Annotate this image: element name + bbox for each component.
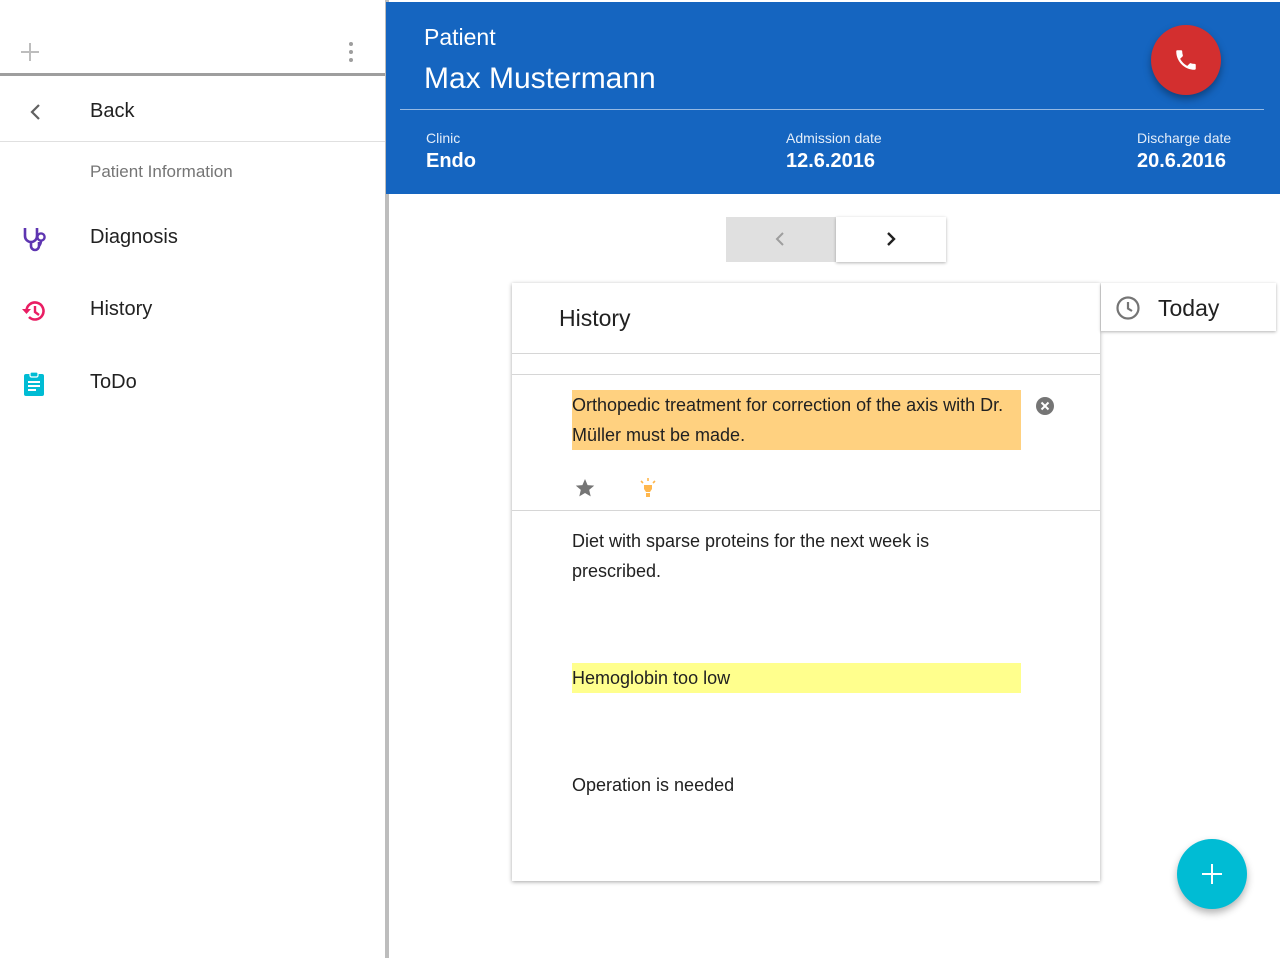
patient-name: Max Mustermann bbox=[424, 62, 656, 95]
more-dot bbox=[349, 42, 353, 46]
back-button[interactable]: Back bbox=[0, 82, 385, 142]
discharge-date-label: Discharge date bbox=[1137, 130, 1232, 146]
stethoscope-icon bbox=[23, 228, 46, 252]
note-item[interactable]: Hemoglobin too low bbox=[572, 663, 1021, 693]
sidebar-toolbar bbox=[0, 0, 385, 76]
history-card: History Orthopedic treatment for correct… bbox=[512, 283, 1100, 881]
previous-page-button[interactable] bbox=[726, 217, 836, 262]
clinic-label: Clinic bbox=[426, 130, 461, 146]
today-button[interactable]: Today bbox=[1101, 283, 1276, 331]
sidebar-item-label: ToDo bbox=[90, 371, 137, 393]
sidebar: Back Patient Information Diagnosis Histo… bbox=[0, 0, 385, 958]
chevron-left-icon bbox=[775, 232, 784, 246]
header-divider bbox=[400, 109, 1264, 110]
patient-header: Patient Max Mustermann Clinic Endo Admis… bbox=[386, 2, 1280, 194]
chevron-right-icon bbox=[887, 232, 896, 246]
more-vert-icon[interactable] bbox=[340, 40, 362, 64]
admission-date-label: Admission date bbox=[786, 130, 882, 146]
more-dot bbox=[349, 58, 353, 62]
sidebar-item-label: Diagnosis bbox=[90, 226, 178, 248]
clock-icon bbox=[1116, 296, 1140, 320]
app-root: Back Patient Information Diagnosis Histo… bbox=[0, 0, 1280, 958]
more-dot bbox=[349, 50, 353, 54]
sidebar-item-history[interactable]: History bbox=[0, 280, 385, 340]
add-note-button[interactable] bbox=[1177, 839, 1247, 909]
header-kicker: Patient bbox=[424, 24, 496, 50]
lightbulb-icon bbox=[640, 478, 656, 497]
note-item[interactable]: Diet with sparse proteins for the next w… bbox=[572, 526, 1021, 586]
phone-icon bbox=[1176, 50, 1196, 70]
card-divider bbox=[512, 510, 1100, 511]
chevron-left-icon bbox=[30, 104, 40, 120]
call-button[interactable] bbox=[1151, 25, 1221, 95]
admission-date-value: 12.6.2016 bbox=[786, 150, 875, 172]
next-page-button[interactable] bbox=[836, 217, 946, 262]
discharge-date-value: 20.6.2016 bbox=[1137, 150, 1226, 172]
back-label: Back bbox=[90, 100, 135, 122]
card-divider bbox=[512, 374, 1100, 375]
sidebar-item-todo[interactable]: ToDo bbox=[0, 353, 385, 413]
sidebar-item-diagnosis[interactable]: Diagnosis bbox=[0, 208, 385, 268]
today-label: Today bbox=[1158, 295, 1220, 321]
section-label: Patient Information bbox=[90, 162, 233, 181]
add-icon[interactable] bbox=[18, 40, 42, 64]
clipboard-icon bbox=[24, 371, 44, 396]
note-item[interactable]: Operation is needed bbox=[572, 770, 1021, 800]
card-title: History bbox=[559, 305, 631, 331]
sidebar-item-label: History bbox=[90, 298, 153, 320]
close-circle-icon[interactable] bbox=[1034, 395, 1056, 417]
star-icon bbox=[575, 479, 595, 497]
clinic-value: Endo bbox=[426, 150, 476, 172]
history-icon bbox=[22, 301, 45, 321]
note-item[interactable]: Orthopedic treatment for correction of t… bbox=[572, 390, 1021, 450]
card-divider bbox=[512, 353, 1100, 354]
